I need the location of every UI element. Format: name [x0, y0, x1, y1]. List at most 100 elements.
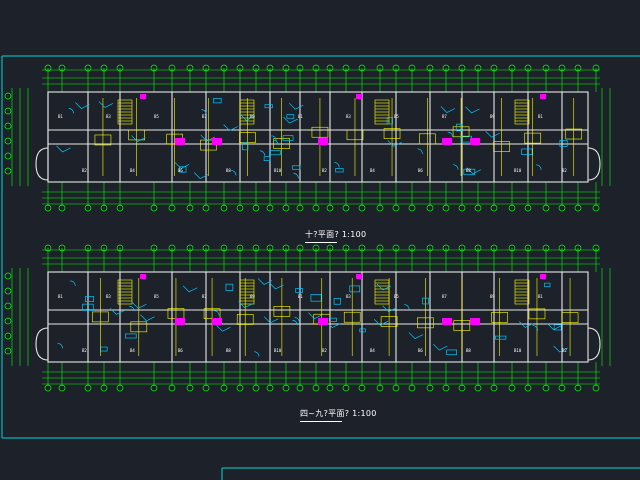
door-swing — [131, 302, 147, 309]
door-arc — [230, 170, 237, 176]
door-arc — [68, 108, 74, 114]
room-label: B9 — [250, 114, 255, 119]
fixture-block — [470, 138, 480, 145]
room-label: B7 — [202, 294, 207, 299]
door-arc — [404, 304, 410, 310]
room-label: B9 — [490, 114, 495, 119]
axis-bubble — [4, 92, 12, 100]
door-swing — [216, 324, 231, 332]
door-arc — [417, 148, 423, 154]
room-label: B8 — [466, 168, 471, 173]
room-label: B2 — [322, 348, 327, 353]
door-swing — [433, 343, 448, 351]
axis-bubble — [4, 302, 12, 310]
fixture — [521, 148, 533, 156]
door-swing — [382, 305, 397, 313]
fixture-block — [175, 138, 185, 145]
room-label: B8 — [226, 168, 231, 173]
room-label: B1 — [538, 114, 543, 119]
door-swing — [326, 321, 341, 328]
door-swing — [75, 102, 90, 109]
fixture — [544, 282, 551, 288]
axis-bubble — [4, 122, 12, 130]
door-arc — [447, 131, 454, 138]
fixture — [269, 150, 281, 156]
fixture-block — [212, 138, 222, 145]
fixture-block — [140, 274, 146, 279]
fixture-block — [470, 318, 480, 325]
room-label: B2 — [562, 348, 567, 353]
fixture-block — [356, 94, 362, 99]
room-label: B2 — [82, 348, 87, 353]
stair — [514, 279, 530, 305]
room-label: B6 — [178, 348, 183, 353]
fixture — [446, 349, 458, 356]
door-swing — [182, 285, 198, 293]
room-label: B8 — [226, 348, 231, 353]
room-label: B1 — [58, 294, 63, 299]
rounded-end-right — [587, 147, 601, 181]
door-swing — [131, 135, 146, 142]
axis-bubble — [4, 137, 12, 145]
door-swing — [98, 101, 114, 108]
floor-plan-lower[interactable]: B1 B2 B3 B4 B5 B6 B7 B8 B9 B10 B1 B2 B3 B4 B5 B6 B7 B8 B9 B… — [4, 244, 611, 392]
fixture — [225, 283, 234, 291]
door-swing — [289, 102, 304, 110]
stair — [514, 99, 530, 125]
rounded-end-left — [35, 147, 49, 181]
plan-title-lower-underline — [300, 421, 342, 422]
room-label: B1 — [298, 114, 303, 119]
plan-title-lower-text: 四~九?平面? 1:100 — [300, 409, 377, 418]
axis-bubble — [4, 107, 12, 115]
room-label: B7 — [202, 114, 207, 119]
door-swing — [269, 282, 284, 290]
room-label: B4 — [130, 348, 135, 353]
door-arc — [334, 162, 340, 168]
fixture — [213, 98, 222, 104]
axis-bubbles — [4, 244, 600, 392]
room-label: B10 — [514, 348, 522, 353]
room-label: B8 — [466, 348, 471, 353]
room-label: B7 — [442, 114, 447, 119]
door-arc — [259, 150, 266, 156]
room-label: B4 — [370, 348, 375, 353]
rounded-end-left — [35, 327, 49, 361]
fixture — [349, 285, 361, 293]
room-label: B5 — [154, 114, 159, 119]
axis-bubble — [4, 152, 12, 160]
room-label: B6 — [418, 168, 423, 173]
furniture — [56, 98, 568, 179]
door-arc — [536, 164, 542, 170]
fixture — [85, 296, 94, 303]
door-swing — [264, 316, 279, 324]
dimension-lines — [11, 248, 611, 386]
rounded-end-right — [587, 327, 601, 361]
fixture — [291, 165, 301, 170]
door-swing — [56, 145, 71, 153]
fixture — [335, 168, 344, 173]
fixture-block — [212, 318, 222, 325]
stair — [239, 279, 255, 305]
room-label: B10 — [274, 168, 282, 173]
fixture-block — [442, 138, 452, 145]
door-arc — [253, 351, 260, 357]
room-label: B2 — [322, 168, 327, 173]
axis-bubble — [4, 332, 12, 340]
room-label: B5 — [154, 294, 159, 299]
door-swing — [485, 130, 500, 138]
fixture — [125, 333, 137, 339]
fixture — [359, 328, 366, 333]
door-arc — [214, 310, 220, 316]
floor-plan-upper[interactable]: B1 B2 B3 B4 B5 B6 B7 B8 B9 B10 B1 B2 B3 B4 B5 B6 B7 B8 B9 B… — [4, 64, 611, 212]
fixture-block — [140, 94, 146, 99]
room-label: B2 — [82, 168, 87, 173]
axis-bubbles — [4, 64, 600, 212]
fixture — [100, 346, 108, 352]
fixture-block — [540, 274, 546, 279]
furniture — [57, 278, 568, 357]
room-label: B10 — [514, 168, 522, 173]
fixture — [286, 114, 295, 119]
room-label: B4 — [130, 168, 135, 173]
door-swing — [308, 312, 323, 320]
fixture-block — [318, 318, 328, 325]
